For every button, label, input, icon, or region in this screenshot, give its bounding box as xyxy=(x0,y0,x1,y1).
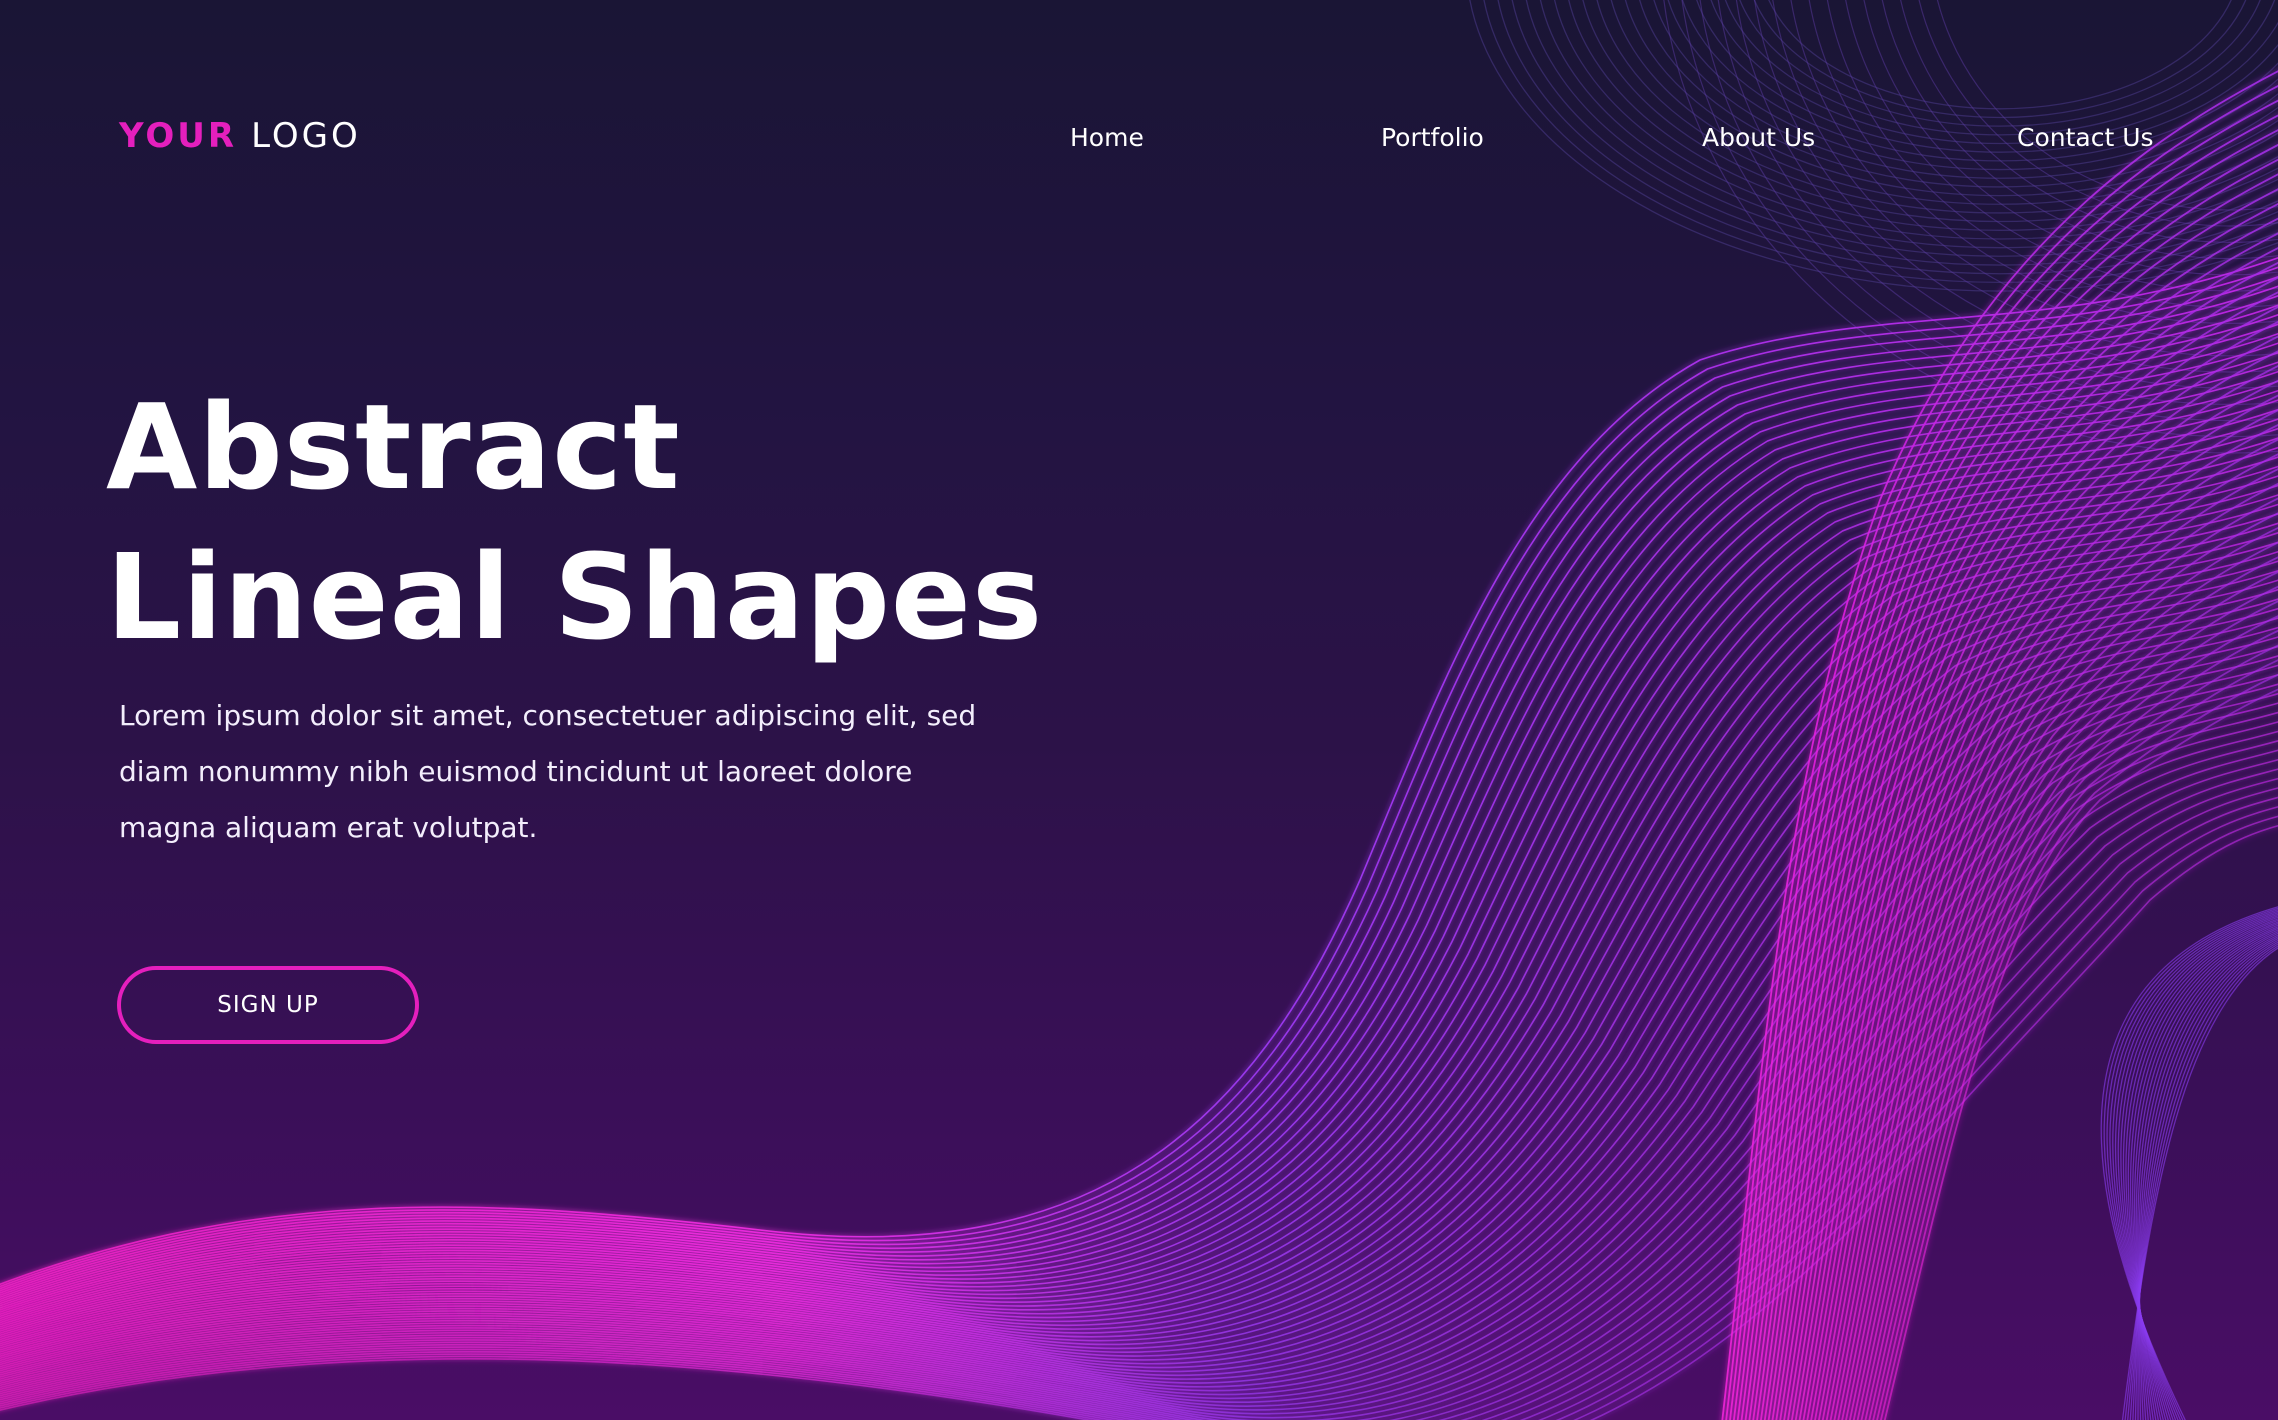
nav-link-contact-us[interactable]: Contact Us xyxy=(2017,118,2154,158)
arc-line xyxy=(1610,0,2278,205)
ribbon-line xyxy=(1848,556,2278,1420)
curl-line xyxy=(2132,939,2278,1420)
main-nav: Home Portfolio About Us Contact Us xyxy=(0,118,2278,158)
ribbon-line xyxy=(1721,70,2278,1420)
curl-line xyxy=(2135,927,2278,1420)
arc-line xyxy=(1754,0,2278,373)
right-curl-lines xyxy=(2100,906,2278,1420)
wave-line xyxy=(0,777,2278,1420)
arc-line xyxy=(1568,0,2278,231)
landing-page: YOUR LOGO Home Portfolio About Us Contact… xyxy=(0,0,2278,1420)
arc-line xyxy=(1739,0,2261,127)
sign-up-button[interactable]: SIGN UP xyxy=(117,966,419,1044)
hero-title-line-1: Abstract xyxy=(106,378,681,516)
arc-line xyxy=(1724,0,2276,136)
ribbon-line xyxy=(1802,379,2278,1420)
arc-line xyxy=(1596,0,2278,214)
arc-line xyxy=(1753,0,2247,119)
ribbon-line xyxy=(1806,394,2278,1420)
ribbon-line xyxy=(1783,306,2278,1420)
hero-title-line-2: Lineal Shapes xyxy=(106,528,1044,666)
hero-title: Abstract Lineal Shapes xyxy=(106,372,1043,672)
ribbon-line xyxy=(1740,143,2278,1420)
nav-link-about-us[interactable]: About Us xyxy=(1702,118,1815,158)
curl-line xyxy=(2103,907,2278,1420)
nav-link-portfolio[interactable]: Portfolio xyxy=(1381,118,1484,158)
right-ribbon-lines xyxy=(1721,70,2278,1420)
hero-description: Lorem ipsum dolor sit amet, consectetuer… xyxy=(119,699,977,844)
arc-line xyxy=(1808,0,2278,324)
arc-line xyxy=(1768,0,2232,110)
nav-link-home[interactable]: Home xyxy=(1070,118,1144,158)
